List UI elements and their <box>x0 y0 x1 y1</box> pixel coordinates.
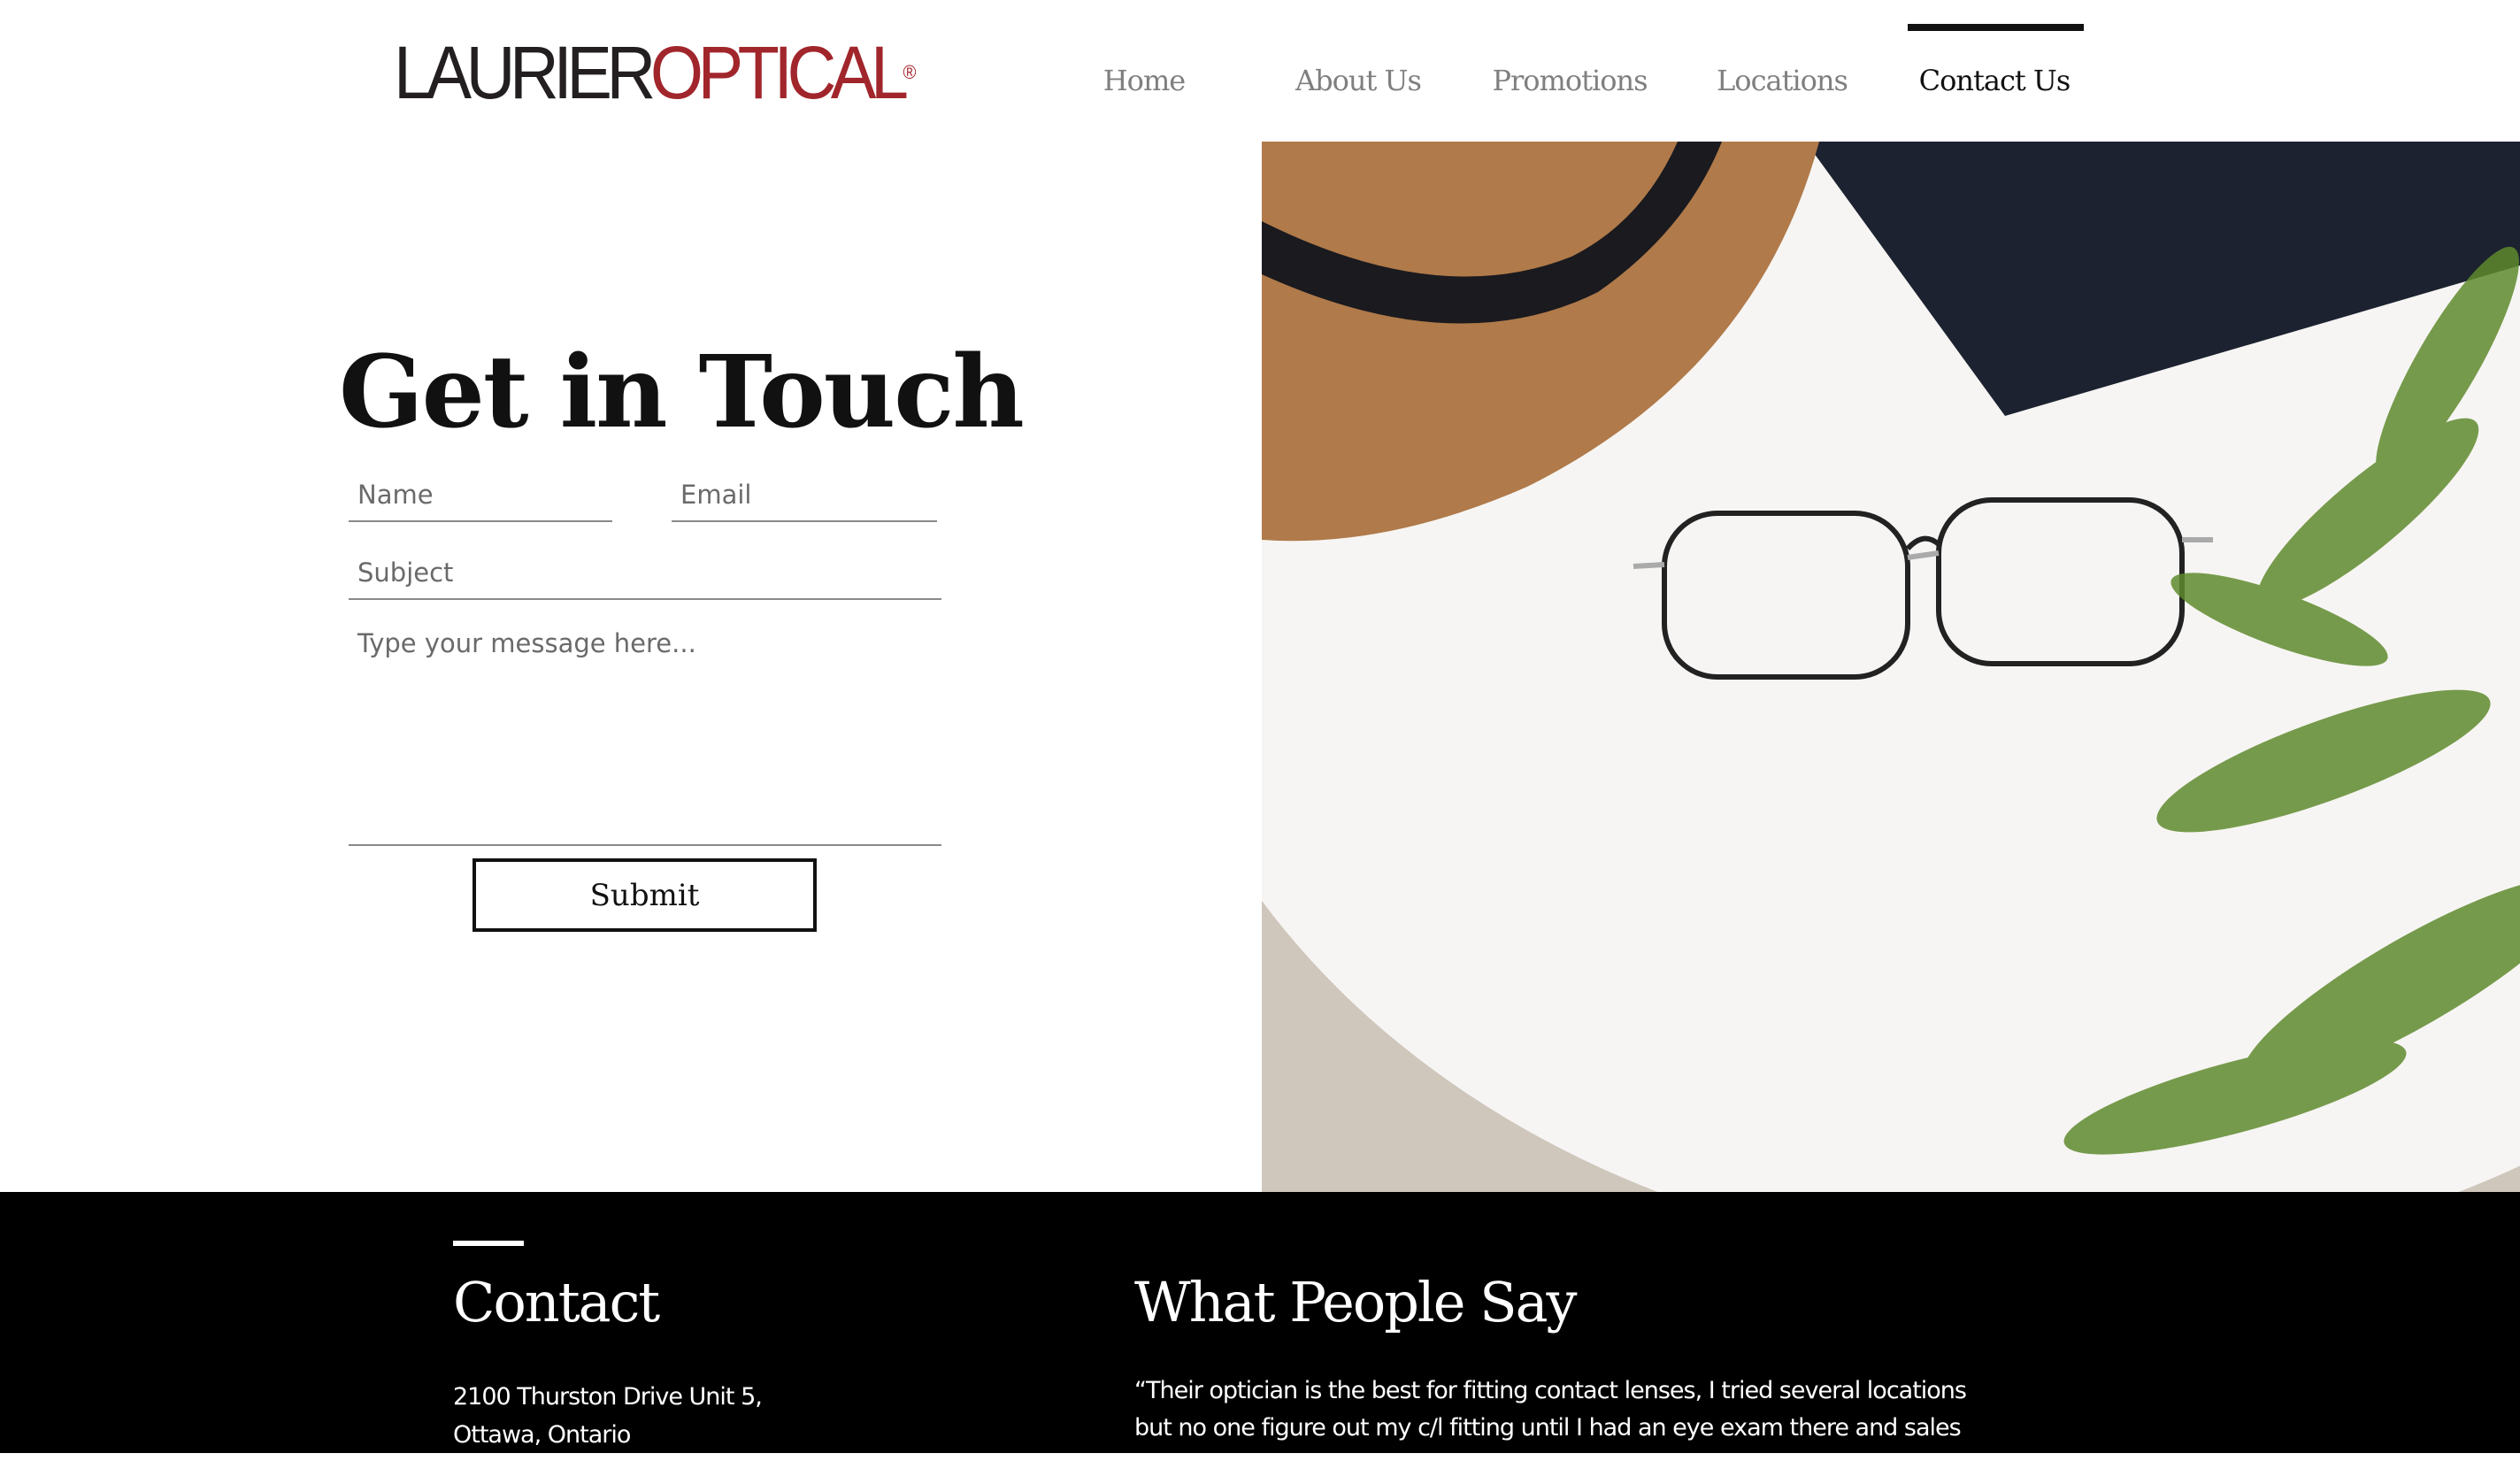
nav-home[interactable]: Home <box>1103 64 1186 97</box>
subject-input[interactable] <box>349 547 941 600</box>
nav-locations[interactable]: Locations <box>1717 64 1848 97</box>
nav-contact-us[interactable]: Contact Us <box>1919 64 2071 97</box>
submit-button[interactable]: Submit <box>472 858 817 932</box>
glasses-flatlay-image <box>1262 142 2520 1192</box>
logo-text-red: OPTICAL <box>649 31 909 114</box>
contact-title: Contact <box>453 1270 660 1334</box>
active-nav-indicator <box>1908 24 2084 31</box>
hero-photo <box>1262 142 2520 1192</box>
nav-about-us[interactable]: About Us <box>1295 64 1422 97</box>
logo[interactable]: LAURIEROPTICAL® <box>394 35 916 110</box>
nav-promotions[interactable]: Promotions <box>1492 64 1648 97</box>
testimonials-title: What People Say <box>1134 1270 1578 1334</box>
logo-text-dark: LAURIER <box>394 31 656 114</box>
section-divider <box>453 1241 524 1246</box>
page-title: Get in Touch <box>339 334 1025 450</box>
address-line-1: 2100 Thurston Drive Unit 5, <box>453 1383 763 1411</box>
name-input[interactable] <box>349 469 612 522</box>
registered-mark: ® <box>903 61 917 83</box>
address-line-2: Ottawa, Ontario <box>453 1421 631 1449</box>
email-input[interactable] <box>672 469 937 522</box>
testimonial-quote: “Their optician is the best for fitting … <box>1134 1377 1967 1479</box>
message-input[interactable] <box>349 619 941 846</box>
footer: Contact 2100 Thurston Drive Unit 5, Otta… <box>0 1192 2520 1479</box>
